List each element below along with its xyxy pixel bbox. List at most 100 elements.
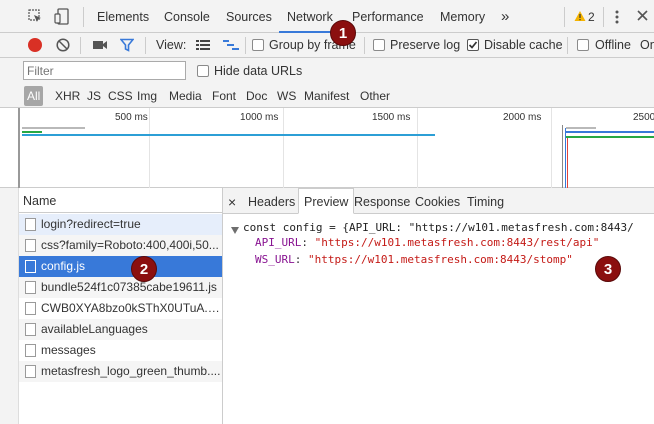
requests-list: Name login?redirect=true css?family=Robot…	[0, 188, 223, 424]
timeline-tick-label: 500 ms	[115, 112, 148, 123]
request-row[interactable]: login?redirect=true	[19, 214, 222, 235]
preserve-log-checkbox[interactable]	[373, 39, 385, 51]
device-toolbar-icon[interactable]	[54, 8, 69, 25]
disable-cache-checkbox[interactable]	[467, 39, 479, 51]
preview-line-1: const config = {API_URL: "https://w101.m…	[243, 221, 634, 234]
name-column-header[interactable]: Name	[23, 194, 56, 208]
close-detail-button[interactable]: ×	[228, 188, 236, 214]
detail-tab-timing[interactable]: Timing	[467, 188, 504, 214]
large-rows-icon[interactable]	[196, 39, 210, 51]
timeline-tick-label: 1000 ms	[240, 112, 279, 123]
network-toolbar: View: Group by frame Preserve log Disabl…	[0, 33, 654, 58]
tab-elements[interactable]: Elements	[97, 0, 149, 33]
hide-data-urls-label: Hide data URLs	[214, 64, 303, 78]
preview-line-3: WS_URL: "https://w101.metasfresh.com:844…	[255, 253, 573, 266]
group-by-frame-checkbox[interactable]	[252, 39, 264, 51]
waterfall-icon[interactable]	[223, 39, 239, 51]
type-ws[interactable]: WS	[277, 84, 296, 108]
request-row[interactable]: config.js	[19, 256, 222, 277]
file-icon	[25, 260, 36, 273]
timeline-tick-label: 2500	[633, 112, 654, 123]
disable-cache-label: Disable cache	[484, 38, 563, 52]
annotation-badge-1: 1	[330, 20, 356, 46]
clear-icon[interactable]	[56, 38, 70, 52]
hide-data-urls-checkbox[interactable]	[197, 65, 209, 77]
timeline-overview[interactable]: 500 ms 1000 ms 1500 ms 2000 ms 2500	[0, 108, 654, 188]
expand-triangle-icon[interactable]	[231, 223, 239, 234]
annotation-badge-3: 3	[595, 256, 621, 282]
timeline-left-handle[interactable]	[18, 108, 20, 188]
preview-line-2: API_URL: "https://w101.metasfresh.com:84…	[255, 236, 600, 249]
record-button[interactable]	[28, 38, 42, 52]
tab-sources[interactable]: Sources	[226, 0, 272, 33]
request-row[interactable]: availableLanguages	[19, 319, 222, 340]
file-icon	[25, 323, 36, 336]
request-row[interactable]: CWB0XYA8bzo0kSThX0UTuA.w...	[19, 298, 222, 319]
timeline-gridline	[283, 108, 284, 188]
divider	[567, 37, 568, 54]
request-row[interactable]: bundle524f1c07385cabe19611.js	[19, 277, 222, 298]
detail-tab-headers[interactable]: Headers	[248, 188, 295, 214]
type-xhr[interactable]: XHR	[55, 84, 80, 108]
filter-bar: Hide data URLs	[0, 58, 654, 84]
more-tabs-button[interactable]: »	[501, 0, 509, 33]
warning-icon[interactable]	[574, 10, 586, 22]
timeline-bar	[22, 134, 435, 136]
close-devtools-icon[interactable]	[637, 10, 648, 21]
detail-tab-cookies[interactable]: Cookies	[415, 188, 460, 214]
annotation-badge-2: 2	[131, 256, 157, 282]
detail-tab-bar: × Headers Preview Response Cookies Timin…	[223, 188, 654, 214]
type-doc[interactable]: Doc	[246, 84, 267, 108]
type-font[interactable]: Font	[212, 84, 236, 108]
type-css[interactable]: CSS	[108, 84, 133, 108]
preview-pane: const config = {API_URL: "https://w101.m…	[224, 214, 654, 424]
divider	[245, 37, 246, 54]
request-name: messages	[41, 343, 96, 357]
video-camera-icon[interactable]	[92, 39, 108, 51]
detail-tab-response[interactable]: Response	[354, 188, 410, 214]
kebab-menu-icon[interactable]	[615, 10, 619, 24]
file-icon	[25, 281, 36, 294]
ws-url-key: WS_URL	[255, 253, 295, 266]
timeline-bar	[566, 127, 596, 129]
timeline-tick-label: 2000 ms	[503, 112, 542, 123]
type-manifest[interactable]: Manifest	[304, 84, 349, 108]
type-js[interactable]: JS	[87, 84, 101, 108]
timeline-selection-bracket	[562, 125, 563, 188]
offline-checkbox[interactable]	[577, 39, 589, 51]
detail-tab-preview[interactable]: Preview	[298, 188, 355, 214]
timeline-gridline	[551, 108, 552, 188]
type-media[interactable]: Media	[169, 84, 202, 108]
throttling-select[interactable]: On	[640, 38, 654, 52]
request-name: config.js	[41, 259, 86, 273]
divider	[80, 37, 81, 54]
file-icon	[25, 302, 36, 315]
request-row[interactable]: metasfresh_logo_green_thumb....	[19, 361, 222, 382]
timeline-gridline	[149, 108, 150, 188]
view-label: View:	[156, 38, 187, 52]
request-name: availableLanguages	[41, 322, 148, 336]
request-name: login?redirect=true	[41, 217, 141, 231]
request-row[interactable]: messages	[19, 340, 222, 361]
request-row[interactable]: css?family=Roboto:400,400i,50...	[19, 235, 222, 256]
warning-count[interactable]: 2	[588, 0, 595, 33]
timeline-bar	[566, 136, 654, 138]
preserve-log-label: Preserve log	[390, 38, 461, 52]
divider	[564, 7, 565, 27]
type-img[interactable]: Img	[137, 84, 157, 108]
name-column-gutter	[0, 188, 19, 424]
ws-url-value: "https://w101.metasfresh.com:8443/stomp"	[308, 253, 573, 266]
file-icon	[25, 218, 36, 231]
tab-performance[interactable]: Performance	[352, 0, 424, 33]
type-other[interactable]: Other	[360, 84, 390, 108]
filter-funnel-icon[interactable]	[119, 38, 135, 52]
type-all[interactable]: All	[24, 86, 44, 106]
timeline-dom-loaded-line	[565, 128, 566, 188]
inspect-element-icon[interactable]	[28, 9, 43, 24]
divider	[83, 7, 84, 27]
tab-memory[interactable]: Memory	[440, 0, 485, 33]
tab-console[interactable]: Console	[164, 0, 210, 33]
request-name: CWB0XYA8bzo0kSThX0UTuA.w...	[41, 301, 222, 315]
filter-input[interactable]	[23, 61, 186, 80]
divider	[603, 7, 604, 27]
